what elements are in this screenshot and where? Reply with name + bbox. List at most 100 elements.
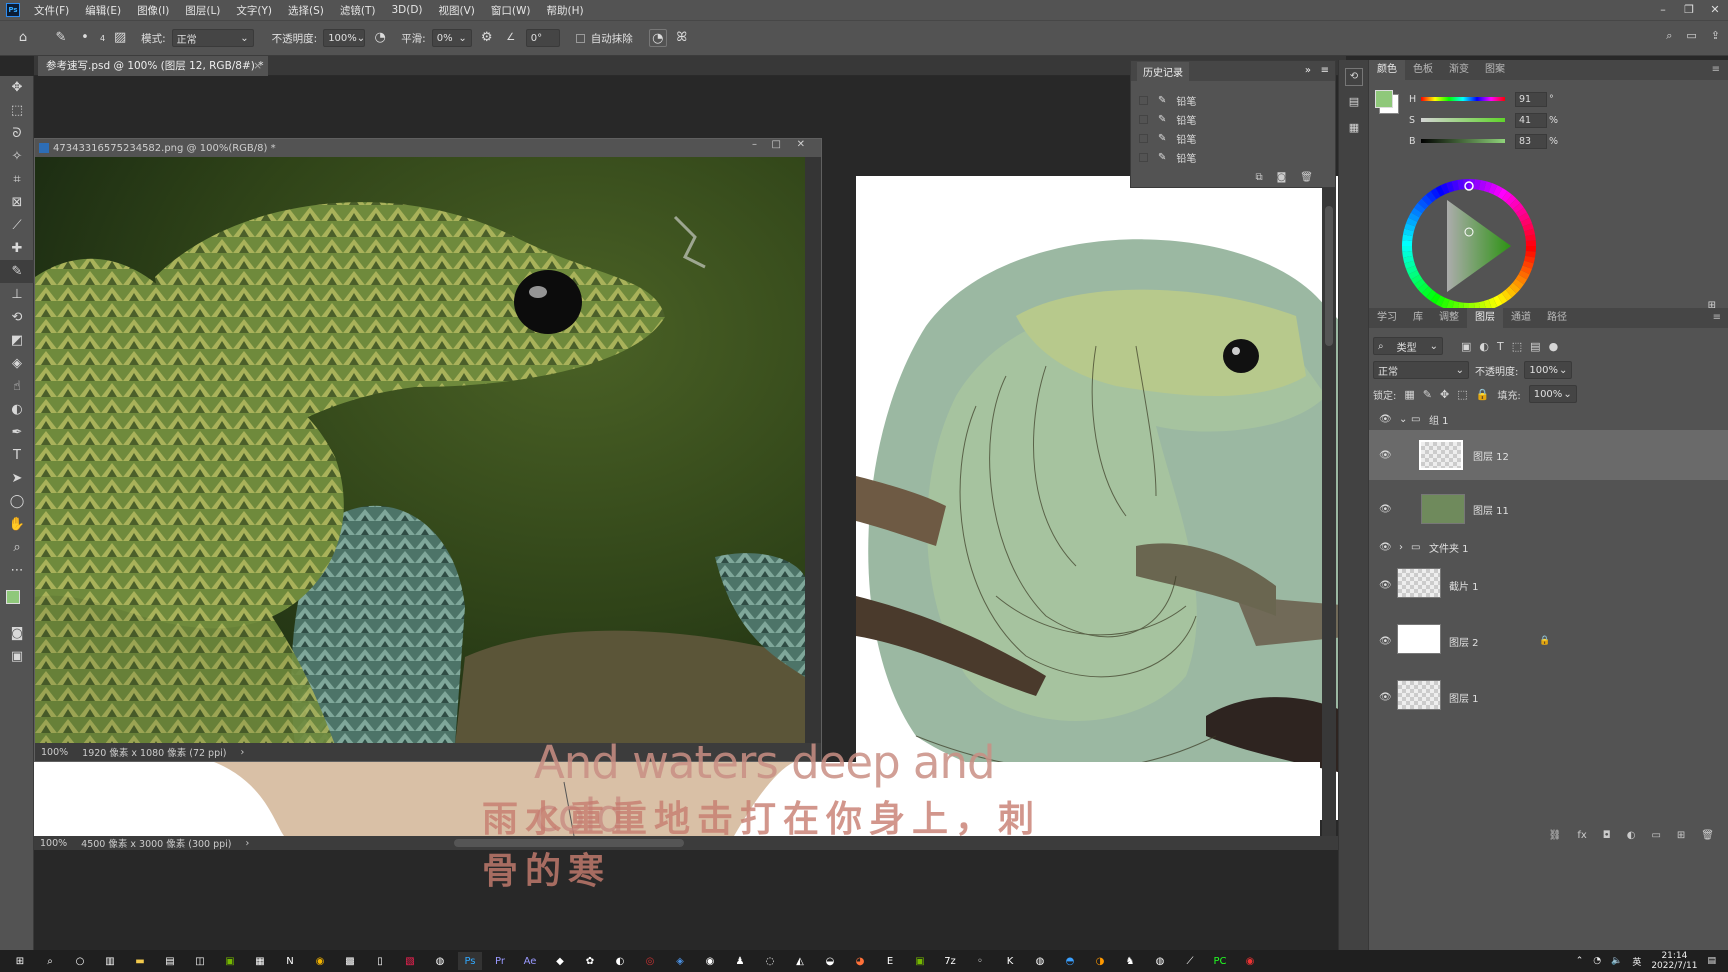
- pycharm-icon[interactable]: PC: [1208, 952, 1232, 970]
- symmetry-icon[interactable]: ꕤ: [673, 29, 691, 47]
- menu-filter[interactable]: 滤镜(T): [332, 3, 384, 18]
- qq-icon[interactable]: ♟: [728, 952, 752, 970]
- menu-window[interactable]: 窗口(W): [483, 3, 539, 18]
- properties-icon[interactable]: ▤: [1345, 94, 1363, 112]
- color-wheel[interactable]: [1399, 176, 1539, 316]
- healing-brush-tool-icon[interactable]: ✚: [0, 237, 34, 260]
- pressure-size-icon[interactable]: ◔: [648, 29, 667, 47]
- layer-row-layer-2[interactable]: 👁 图层 2 🔒: [1369, 614, 1728, 668]
- task-view-icon[interactable]: ▥: [98, 952, 122, 970]
- pencil-tool-icon[interactable]: ✎: [52, 29, 70, 47]
- new-group-icon[interactable]: ▭: [1651, 830, 1660, 841]
- visibility-eye-icon[interactable]: 👁: [1379, 580, 1392, 591]
- notes-icon[interactable]: ▦: [1345, 120, 1363, 138]
- eraser-tool-icon[interactable]: ◩: [0, 329, 34, 352]
- hue-slider[interactable]: [1421, 97, 1505, 101]
- dodge-tool-icon[interactable]: ◐: [0, 398, 34, 421]
- scroll-thumb[interactable]: [1325, 206, 1333, 346]
- history-snapshot-checkbox[interactable]: [1139, 153, 1148, 162]
- app-icon[interactable]: ◍: [1028, 952, 1052, 970]
- history-item[interactable]: ✎ 铅笔: [1131, 110, 1335, 129]
- reference-zoom[interactable]: 100%: [41, 747, 68, 758]
- hue-value[interactable]: 91: [1515, 91, 1547, 107]
- pencil-tool-icon[interactable]: ✎: [0, 260, 34, 283]
- brush-panel-icon[interactable]: ▨: [111, 29, 129, 47]
- marquee-tool-icon[interactable]: ⬚: [0, 99, 34, 122]
- network-icon[interactable]: ◔: [1593, 956, 1601, 966]
- chevron-down-icon[interactable]: ⌄: [1399, 414, 1407, 425]
- fill-field[interactable]: 100% ⌄: [1528, 385, 1577, 403]
- angle-field[interactable]: 0°: [525, 29, 560, 47]
- brightness-slider[interactable]: [1421, 139, 1505, 143]
- visibility-eye-icon[interactable]: 👁: [1379, 414, 1392, 425]
- foreground-color-swatch[interactable]: [6, 590, 20, 604]
- opacity-field[interactable]: 100% ⌄: [323, 29, 366, 47]
- 7zip-icon[interactable]: 7z: [938, 952, 962, 970]
- app-icon[interactable]: ◍: [1148, 952, 1172, 970]
- brush-preset-icon[interactable]: •: [76, 29, 94, 47]
- history-snapshot-checkbox[interactable]: [1139, 115, 1148, 124]
- tab-learn[interactable]: 学习: [1369, 308, 1405, 328]
- eyedropper-tool-icon[interactable]: ⟋: [0, 214, 34, 237]
- filter-toggle-icon[interactable]: ●: [1549, 340, 1559, 353]
- trash-icon[interactable]: 🗑: [1701, 830, 1714, 841]
- tab-gradients[interactable]: 渐变: [1441, 60, 1477, 80]
- new-layer-icon[interactable]: ⊞: [1677, 830, 1685, 841]
- document-tab[interactable]: 参考速写.psd @ 100% (图层 12, RGB/8#) * ×: [38, 56, 268, 76]
- reference-window-titlebar[interactable]: 473433165752345​82.png @ 100%(RGB/8) * –…: [35, 139, 821, 157]
- history-brush-tool-icon[interactable]: ⟲: [0, 306, 34, 329]
- tab-libraries[interactable]: 库: [1405, 308, 1431, 328]
- app-icon[interactable]: ✿: [578, 952, 602, 970]
- filter-type-icon[interactable]: T: [1497, 340, 1504, 353]
- nvidia-icon[interactable]: ▣: [218, 952, 242, 970]
- menu-edit[interactable]: 编辑(E): [77, 3, 129, 18]
- app-icon[interactable]: ◒: [818, 952, 842, 970]
- close-icon[interactable]: ✕: [1702, 0, 1728, 20]
- nvidia-icon[interactable]: ▣: [908, 952, 932, 970]
- app-icon[interactable]: ▩: [338, 952, 362, 970]
- visibility-eye-icon[interactable]: 👁: [1379, 636, 1392, 647]
- history-panel-icon[interactable]: ⟲: [1345, 68, 1363, 86]
- app-icon[interactable]: ◐: [608, 952, 632, 970]
- tab-adjustments[interactable]: 调整: [1431, 308, 1467, 328]
- app-icon[interactable]: ◆: [548, 952, 572, 970]
- type-tool-icon[interactable]: T: [0, 444, 34, 467]
- chrome-icon[interactable]: ◉: [308, 952, 332, 970]
- tab-channels[interactable]: 通道: [1503, 308, 1539, 328]
- tab-swatches[interactable]: 色板: [1405, 60, 1441, 80]
- panel-menu-icon[interactable]: ≡: [1704, 60, 1728, 80]
- visibility-eye-icon[interactable]: 👁: [1379, 450, 1392, 461]
- restore-icon[interactable]: ❐: [1676, 0, 1702, 20]
- adjustment-layer-icon[interactable]: ◐: [1627, 830, 1636, 841]
- volume-icon[interactable]: 🔈: [1611, 956, 1622, 966]
- firefox-icon[interactable]: ◕: [848, 952, 872, 970]
- lock-all-icon[interactable]: 🔒: [1476, 388, 1490, 401]
- minimize-icon[interactable]: –: [1650, 0, 1676, 20]
- premiere-icon[interactable]: Pr: [488, 952, 512, 970]
- document-icon[interactable]: ▯: [368, 952, 392, 970]
- reference-image-window[interactable]: 473433165752345​82.png @ 100%(RGB/8) * –…: [34, 138, 822, 762]
- frame-tool-icon[interactable]: ⊠: [0, 191, 34, 214]
- clone-stamp-tool-icon[interactable]: ⊥: [0, 283, 34, 306]
- menu-image[interactable]: 图像(I): [129, 3, 177, 18]
- menu-3d[interactable]: 3D(D): [383, 4, 430, 16]
- hand-tool-icon[interactable]: ✋: [0, 513, 34, 536]
- trash-icon[interactable]: 🗑: [1300, 172, 1313, 183]
- reference-window-scrollbar[interactable]: [805, 157, 821, 745]
- ellipse-tool-icon[interactable]: ◯: [0, 490, 34, 513]
- ime-indicator[interactable]: 英: [1632, 955, 1641, 968]
- panel-menu-icon[interactable]: ≡: [1705, 308, 1728, 328]
- app-icon[interactable]: ◈: [668, 952, 692, 970]
- more-tools-icon[interactable]: ⋯: [0, 559, 34, 582]
- blend-mode-select[interactable]: 正常 ⌄: [1373, 361, 1469, 379]
- layer-row-folder-1[interactable]: 👁 › ▭ 文件夹 1: [1369, 536, 1728, 558]
- layer-row-slice-1[interactable]: 👁 截片 1: [1369, 558, 1728, 612]
- quick-mask-icon[interactable]: ◙: [0, 622, 34, 645]
- steam-icon[interactable]: ◍: [428, 952, 452, 970]
- share-icon[interactable]: ⇪: [1711, 29, 1720, 43]
- canvas-vertical-scrollbar[interactable]: [1322, 176, 1336, 836]
- link-layers-icon[interactable]: ⛓: [1549, 830, 1562, 841]
- workspace-icon[interactable]: ▭: [1686, 29, 1696, 43]
- app-icon[interactable]: ◎: [638, 952, 662, 970]
- saturation-slider[interactable]: [1421, 118, 1505, 122]
